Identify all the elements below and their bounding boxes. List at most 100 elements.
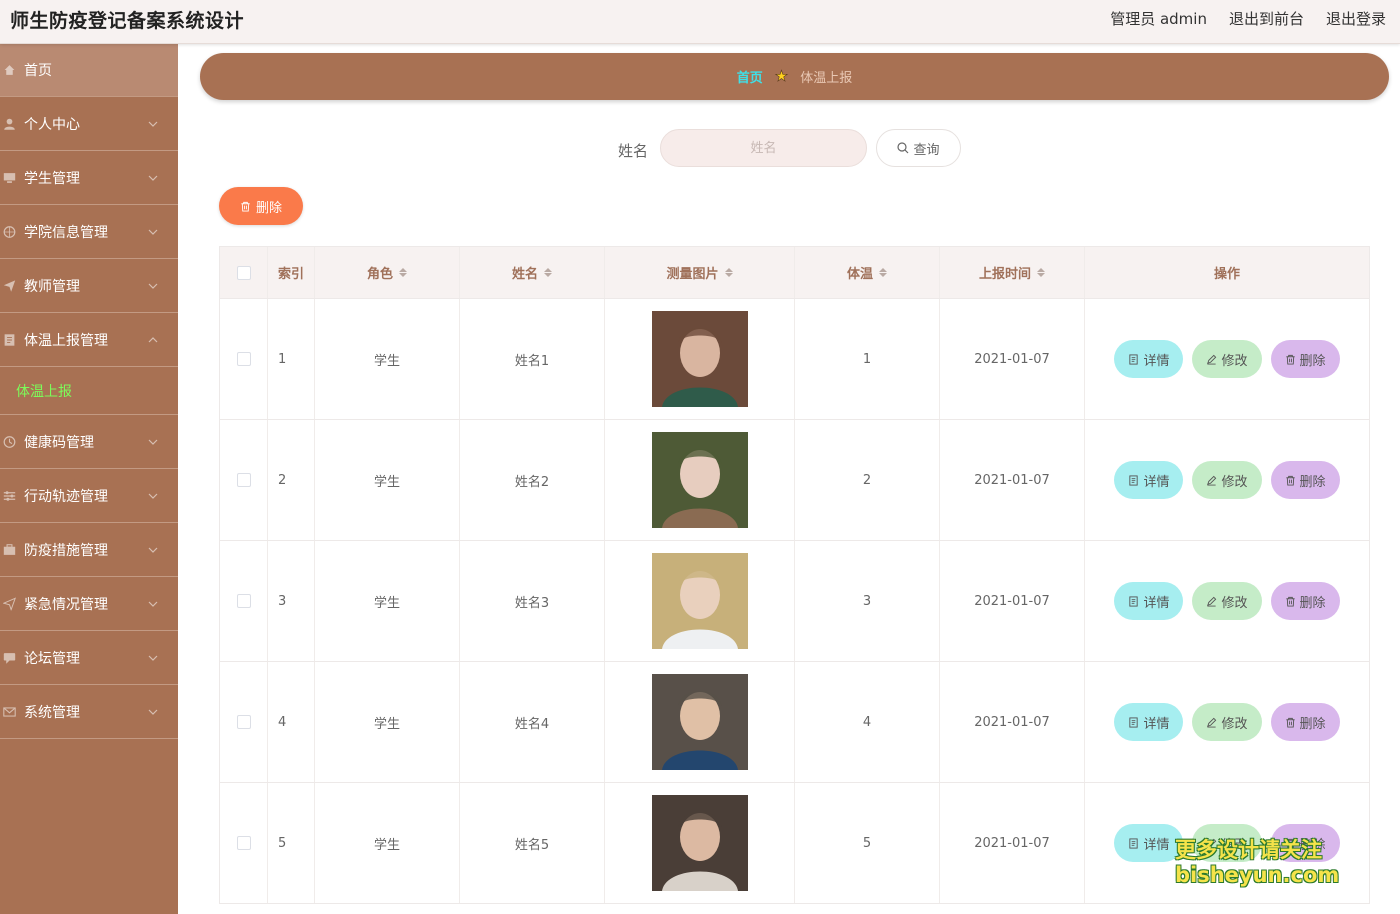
column-header-temperature[interactable]: 体温 (795, 247, 940, 298)
report-time-cell: 2021-01-07 (940, 783, 1085, 903)
index-cell: 3 (268, 541, 315, 661)
delete-button[interactable]: 删除 (1270, 824, 1340, 862)
column-header-photo[interactable]: 测量图片 (605, 247, 795, 298)
edit-button[interactable]: 修改 (1192, 703, 1262, 741)
sidebar-item-prevention-measures[interactable]: 防疫措施管理 (0, 523, 178, 577)
name-cell: 姓名4 (460, 662, 605, 782)
delete-button[interactable]: 删除 (1270, 340, 1340, 378)
sort-icon[interactable] (1037, 268, 1045, 277)
sidebar-item-emergency[interactable]: 紧急情况管理 (0, 577, 178, 631)
column-header-index: 索引 (268, 247, 315, 298)
document-icon (3, 333, 16, 346)
role-cell: 学生 (315, 783, 460, 903)
delete-button-label: 删除 (1299, 474, 1326, 490)
row-checkbox[interactable] (236, 352, 251, 366)
select-all-checkbox[interactable] (236, 265, 251, 280)
delete-button[interactable]: 删除 (1270, 703, 1340, 741)
monitor-icon (3, 171, 16, 184)
table-body: 1 学生 姓名1 1 2021-01-07 详情 修改 删除 2 学生 姓名2 2 2021-01-07… (220, 299, 1369, 904)
delete-button-label: 删除 (1299, 837, 1326, 853)
sidebar-item-personal-center[interactable]: 个人中心 (0, 97, 178, 151)
sort-icon[interactable] (879, 268, 887, 277)
measurement-photo[interactable] (651, 553, 748, 649)
edit-button-label: 修改 (1221, 837, 1248, 853)
edit-button[interactable]: 修改 (1192, 461, 1262, 499)
sidebar-item-movement-track[interactable]: 行动轨迹管理 (0, 469, 178, 523)
sidebar-subitem-temperature-report[interactable]: 体温上报 (0, 367, 178, 415)
sidebar-item-student-management[interactable]: 学生管理 (0, 151, 178, 205)
document-icon (1129, 837, 1139, 849)
row-select-cell (220, 541, 268, 661)
exit-to-front-link[interactable]: 退出到前台 (1229, 8, 1304, 29)
column-header-label: 测量图片 (666, 267, 719, 282)
table-row: 4 学生 姓名4 4 2021-01-07 详情 修改 删除 (220, 662, 1369, 783)
measurement-photo[interactable] (651, 311, 748, 407)
photo-cell (605, 420, 795, 540)
admin-label[interactable]: 管理员 admin (1110, 8, 1207, 29)
actions-cell: 详情 修改 删除 (1085, 662, 1369, 782)
trash-icon (1285, 838, 1295, 849)
row-checkbox[interactable] (236, 836, 251, 850)
sidebar-item-forum[interactable]: 论坛管理 (0, 631, 178, 685)
row-checkbox[interactable] (236, 594, 251, 608)
pencil-icon (1207, 838, 1217, 849)
temperature-cell: 5 (795, 783, 940, 903)
detail-button[interactable]: 详情 (1114, 461, 1184, 499)
edit-button[interactable]: 修改 (1192, 340, 1262, 378)
column-header-name[interactable]: 姓名 (460, 247, 605, 298)
column-header-report-time[interactable]: 上报时间 (940, 247, 1085, 298)
column-header-role[interactable]: 角色 (315, 247, 460, 298)
table-header-row: 索引 角色 姓名 测量图片 体温 上报时间 操作 (220, 246, 1369, 299)
sidebar-item-home[interactable]: 首页 (0, 44, 178, 97)
breadcrumb-current: 体温上报 (800, 71, 853, 86)
column-header-label: 角色 (366, 267, 393, 282)
detail-button[interactable]: 详情 (1114, 824, 1184, 862)
table-row: 5 学生 姓名5 5 2021-01-07 详情 修改 删除 (220, 783, 1369, 904)
sidebar-item-health-code[interactable]: 健康码管理 (0, 415, 178, 469)
measurement-photo[interactable] (651, 432, 748, 528)
table-row: 3 学生 姓名3 3 2021-01-07 详情 修改 删除 (220, 541, 1369, 662)
delete-button-label: 删除 (1299, 353, 1326, 369)
chevron-down-icon (148, 599, 158, 609)
delete-button[interactable]: 删除 (1270, 582, 1340, 620)
actions-cell: 详情 修改 删除 (1085, 420, 1369, 540)
sidebar-item-college-info[interactable]: 学院信息管理 (0, 205, 178, 259)
chevron-down-icon (148, 491, 158, 501)
column-header-label: 姓名 (511, 267, 538, 282)
bulk-delete-label: 删除 (255, 200, 282, 216)
name-cell: 姓名5 (460, 783, 605, 903)
delete-button[interactable]: 删除 (1270, 461, 1340, 499)
detail-button[interactable]: 详情 (1114, 582, 1184, 620)
query-button[interactable]: 查询 (876, 129, 961, 167)
detail-button[interactable]: 详情 (1114, 703, 1184, 741)
breadcrumb-home[interactable]: 首页 (737, 67, 763, 86)
edit-button[interactable]: 修改 (1192, 824, 1262, 862)
sort-icon[interactable] (724, 268, 733, 277)
sidebar-item-teacher-management[interactable]: 教师管理 (0, 259, 178, 313)
document-icon (1129, 474, 1139, 486)
search-icon (897, 142, 909, 154)
logout-link[interactable]: 退出登录 (1326, 8, 1386, 29)
detail-button[interactable]: 详情 (1114, 340, 1184, 378)
detail-button-label: 详情 (1143, 716, 1170, 732)
index-cell: 1 (268, 299, 315, 419)
role-cell: 学生 (315, 420, 460, 540)
sidebar-item-system-management[interactable]: 系统管理 (0, 685, 178, 739)
column-header-label: 体温 (846, 267, 873, 282)
sidebar-item-temperature-report-management[interactable]: 体温上报管理 (0, 313, 178, 367)
send-icon (3, 279, 16, 292)
row-select-cell (220, 783, 268, 903)
measurement-photo[interactable] (651, 674, 748, 770)
bulk-delete-button[interactable]: 删除 (219, 187, 303, 225)
report-time-cell: 2021-01-07 (940, 662, 1085, 782)
main-content: 姓名 查询 删除 索引 角色 姓名 测量图片 体温 上报时间 操作 1学生姓名1… (200, 110, 1389, 914)
sort-icon[interactable] (544, 268, 552, 277)
name-search-input[interactable] (660, 129, 867, 167)
edit-button[interactable]: 修改 (1192, 582, 1262, 620)
measurement-photo[interactable] (651, 795, 748, 891)
sidebar-item-label: 行动轨迹管理 (24, 488, 108, 505)
row-checkbox[interactable] (236, 715, 251, 729)
row-checkbox[interactable] (236, 473, 251, 487)
sidebar-item-label: 体温上报管理 (24, 332, 108, 349)
sort-icon[interactable] (399, 268, 407, 277)
